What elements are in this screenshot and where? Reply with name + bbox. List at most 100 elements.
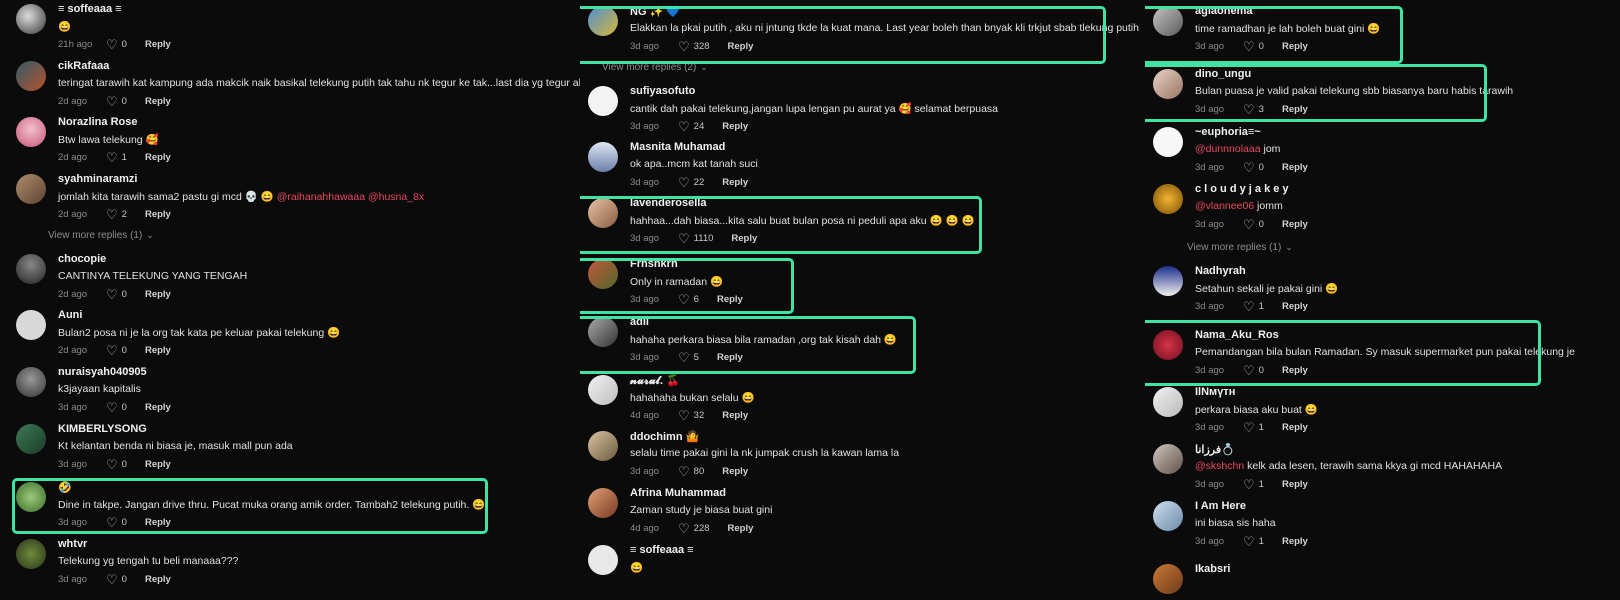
reply-button[interactable]: Reply bbox=[722, 410, 748, 421]
reply-button[interactable]: Reply bbox=[145, 574, 171, 585]
reply-button[interactable]: Reply bbox=[717, 352, 743, 363]
like-button[interactable]: ♡ 3 bbox=[1243, 103, 1264, 116]
reply-button[interactable]: Reply bbox=[145, 289, 171, 300]
mention-link[interactable]: @raihanahhawaaa @husna_8x bbox=[277, 191, 424, 203]
username[interactable]: Afrina Muhammad bbox=[630, 487, 726, 499]
avatar[interactable] bbox=[588, 198, 618, 228]
reply-button[interactable]: Reply bbox=[722, 121, 748, 132]
mention-link[interactable]: @dunnnolaaa bbox=[1195, 143, 1261, 155]
like-button[interactable]: ♡ 1 bbox=[1243, 478, 1264, 491]
username[interactable]: adli bbox=[630, 316, 649, 328]
like-button[interactable]: ♡ 5 bbox=[678, 351, 699, 364]
like-button[interactable]: ♡ 0 bbox=[106, 401, 127, 414]
reply-button[interactable]: Reply bbox=[1282, 162, 1308, 173]
like-button[interactable]: ♡ 0 bbox=[106, 516, 127, 529]
reply-button[interactable]: Reply bbox=[1282, 301, 1308, 312]
avatar[interactable] bbox=[588, 317, 618, 347]
username[interactable]: chocopie bbox=[58, 253, 106, 265]
username[interactable]: NG ✨ 💙 bbox=[630, 5, 680, 18]
username[interactable]: sufiyasofuto bbox=[630, 85, 695, 97]
username[interactable]: Ikabsri bbox=[1195, 563, 1230, 575]
avatar[interactable] bbox=[588, 142, 618, 172]
like-button[interactable]: ♡ 1 bbox=[106, 151, 127, 164]
like-button[interactable]: ♡ 80 bbox=[678, 465, 704, 478]
like-button[interactable]: ♡ 0 bbox=[1243, 161, 1264, 174]
username[interactable]: I Am Here bbox=[1195, 500, 1246, 512]
avatar[interactable] bbox=[588, 259, 618, 289]
avatar[interactable] bbox=[16, 117, 46, 147]
reply-button[interactable]: Reply bbox=[145, 96, 171, 107]
username[interactable]: syahminaramzi bbox=[58, 173, 137, 185]
username[interactable]: KIMBERLYSONG bbox=[58, 423, 147, 435]
avatar[interactable] bbox=[588, 545, 618, 575]
avatar[interactable] bbox=[1153, 387, 1183, 417]
reply-button[interactable]: Reply bbox=[1282, 479, 1308, 490]
reply-button[interactable]: Reply bbox=[728, 523, 754, 534]
avatar[interactable] bbox=[588, 488, 618, 518]
reply-button[interactable]: Reply bbox=[145, 459, 171, 470]
like-button[interactable]: ♡ 0 bbox=[106, 573, 127, 586]
username[interactable]: Frhshkrh bbox=[630, 258, 678, 270]
username[interactable]: cikRafaaa bbox=[58, 60, 109, 72]
reply-button[interactable]: Reply bbox=[145, 345, 171, 356]
username[interactable]: whtvr bbox=[58, 538, 87, 550]
avatar[interactable] bbox=[16, 174, 46, 204]
avatar[interactable] bbox=[16, 482, 46, 512]
like-button[interactable]: ♡ 0 bbox=[106, 38, 127, 51]
like-button[interactable]: ♡ 22 bbox=[678, 176, 704, 189]
reply-button[interactable]: Reply bbox=[717, 294, 743, 305]
reply-button[interactable]: Reply bbox=[1282, 219, 1308, 230]
reply-button[interactable]: Reply bbox=[145, 152, 171, 163]
mention-link[interactable]: @vlannee06 bbox=[1195, 200, 1254, 212]
username[interactable]: ~euphoria≡~ bbox=[1195, 126, 1261, 138]
username[interactable]: IlNмүтн bbox=[1195, 386, 1235, 398]
reply-button[interactable]: Reply bbox=[145, 402, 171, 413]
reply-button[interactable]: Reply bbox=[145, 517, 171, 528]
avatar[interactable] bbox=[588, 6, 618, 36]
reply-button[interactable]: Reply bbox=[722, 466, 748, 477]
avatar[interactable] bbox=[588, 86, 618, 116]
avatar[interactable] bbox=[588, 375, 618, 405]
username[interactable]: ddochimn 🤷 bbox=[630, 430, 699, 443]
like-button[interactable]: ♡ 6 bbox=[678, 293, 699, 306]
username[interactable]: lavenderosella bbox=[630, 197, 706, 209]
reply-button[interactable]: Reply bbox=[145, 209, 171, 220]
username[interactable]: aglaonema bbox=[1195, 5, 1252, 17]
username[interactable]: dino_ungu bbox=[1195, 68, 1251, 80]
username[interactable]: nuraisyah040905 bbox=[58, 366, 147, 378]
username[interactable]: Norazlina Rose bbox=[58, 116, 137, 128]
view-more-replies-button[interactable]: View more replies (1) ⌄ bbox=[1187, 242, 1293, 253]
avatar[interactable] bbox=[588, 431, 618, 461]
like-button[interactable]: ♡ 0 bbox=[106, 458, 127, 471]
like-button[interactable]: ♡ 1 bbox=[1243, 300, 1264, 313]
reply-button[interactable]: Reply bbox=[728, 41, 754, 52]
like-button[interactable]: ♡ 0 bbox=[106, 288, 127, 301]
avatar[interactable] bbox=[16, 424, 46, 454]
like-button[interactable]: ♡ 0 bbox=[106, 95, 127, 108]
reply-button[interactable]: Reply bbox=[1282, 536, 1308, 547]
avatar[interactable] bbox=[16, 367, 46, 397]
username[interactable]: Auni bbox=[58, 309, 82, 321]
like-button[interactable]: ♡ 1 bbox=[1243, 535, 1264, 548]
avatar[interactable] bbox=[16, 254, 46, 284]
like-button[interactable]: ♡ 32 bbox=[678, 409, 704, 422]
avatar[interactable] bbox=[1153, 501, 1183, 531]
avatar[interactable] bbox=[16, 310, 46, 340]
like-button[interactable]: ♡ 2 bbox=[106, 208, 127, 221]
avatar[interactable] bbox=[16, 539, 46, 569]
like-button[interactable]: ♡ 0 bbox=[1243, 40, 1264, 53]
like-button[interactable]: ♡ 1 bbox=[1243, 421, 1264, 434]
reply-button[interactable]: Reply bbox=[1282, 41, 1308, 52]
username[interactable]: ≡ soffeaaa ≡ bbox=[58, 3, 122, 15]
mention-link[interactable]: @skshchn bbox=[1195, 460, 1244, 472]
reply-button[interactable]: Reply bbox=[145, 39, 171, 50]
view-more-replies-button[interactable]: View more replies (1) ⌄ bbox=[48, 230, 154, 241]
username[interactable]: Nadhyrah bbox=[1195, 265, 1246, 277]
username[interactable]: c l o u d y j a k e y bbox=[1195, 183, 1289, 195]
avatar[interactable] bbox=[16, 4, 46, 34]
avatar[interactable] bbox=[1153, 330, 1183, 360]
view-more-replies-button[interactable]: View more replies (2) ⌄ bbox=[602, 62, 708, 73]
avatar[interactable] bbox=[1153, 266, 1183, 296]
avatar[interactable] bbox=[1153, 564, 1183, 594]
reply-button[interactable]: Reply bbox=[1282, 104, 1308, 115]
